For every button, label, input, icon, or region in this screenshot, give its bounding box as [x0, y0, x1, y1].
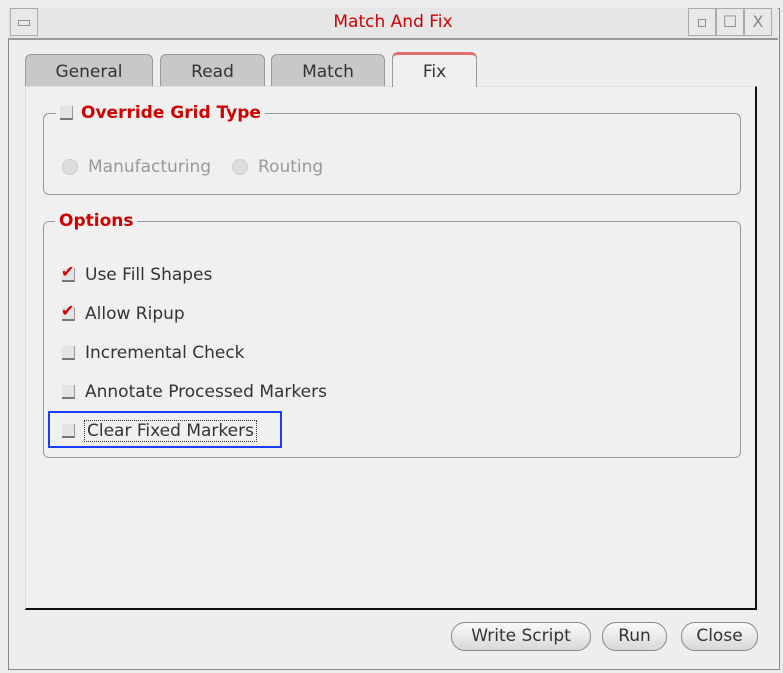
tab-general[interactable]: General — [25, 54, 153, 87]
checkbox[interactable] — [62, 385, 75, 399]
option-allow-ripup[interactable]: Allow Ripup — [61, 301, 185, 324]
checkbox[interactable] — [61, 301, 75, 321]
option-label: Allow Ripup — [85, 304, 185, 324]
checkbox[interactable] — [61, 262, 75, 282]
checkbox[interactable] — [62, 346, 75, 360]
window-title: Match And Fix — [333, 12, 453, 32]
radio-label: Routing — [258, 157, 324, 177]
option-clear-fixed-markers[interactable]: Clear Fixed Markers — [62, 420, 257, 442]
close-button[interactable]: Close — [681, 622, 758, 651]
tab-read[interactable]: Read — [160, 54, 265, 87]
checkbox[interactable] — [62, 424, 75, 438]
radio-icon[interactable] — [62, 159, 78, 175]
tab-fix[interactable]: Fix — [392, 52, 477, 87]
tab-match[interactable]: Match — [271, 54, 385, 87]
radio-manufacturing[interactable]: Manufacturing — [62, 157, 211, 177]
option-use-fill-shapes[interactable]: Use Fill Shapes — [61, 262, 213, 285]
option-incremental-check[interactable]: Incremental Check — [62, 343, 245, 363]
title-bar[interactable]: ▭ Match And Fix ▫ ☐ X — [8, 8, 778, 40]
write-script-button[interactable]: Write Script — [451, 622, 591, 651]
option-label: Use Fill Shapes — [85, 265, 213, 285]
close-icon[interactable]: X — [744, 8, 772, 36]
checkbox[interactable] — [60, 106, 73, 120]
option-annotate-processed-markers[interactable]: Annotate Processed Markers — [62, 382, 327, 402]
radio-icon[interactable] — [232, 159, 248, 175]
maximize-icon[interactable]: ☐ — [716, 8, 744, 36]
option-label: Clear Fixed Markers — [84, 420, 257, 442]
radio-label: Manufacturing — [88, 157, 212, 177]
minimize-icon[interactable]: ▫ — [688, 8, 716, 36]
option-label: Incremental Check — [85, 343, 245, 363]
run-button[interactable]: Run — [602, 622, 667, 651]
override-grid-group — [43, 113, 741, 195]
override-grid-checkbox[interactable]: Override Grid Type — [56, 103, 265, 123]
override-grid-label: Override Grid Type — [81, 103, 261, 123]
option-label: Annotate Processed Markers — [85, 382, 327, 402]
options-label: Options — [55, 211, 138, 231]
radio-routing[interactable]: Routing — [232, 157, 323, 177]
